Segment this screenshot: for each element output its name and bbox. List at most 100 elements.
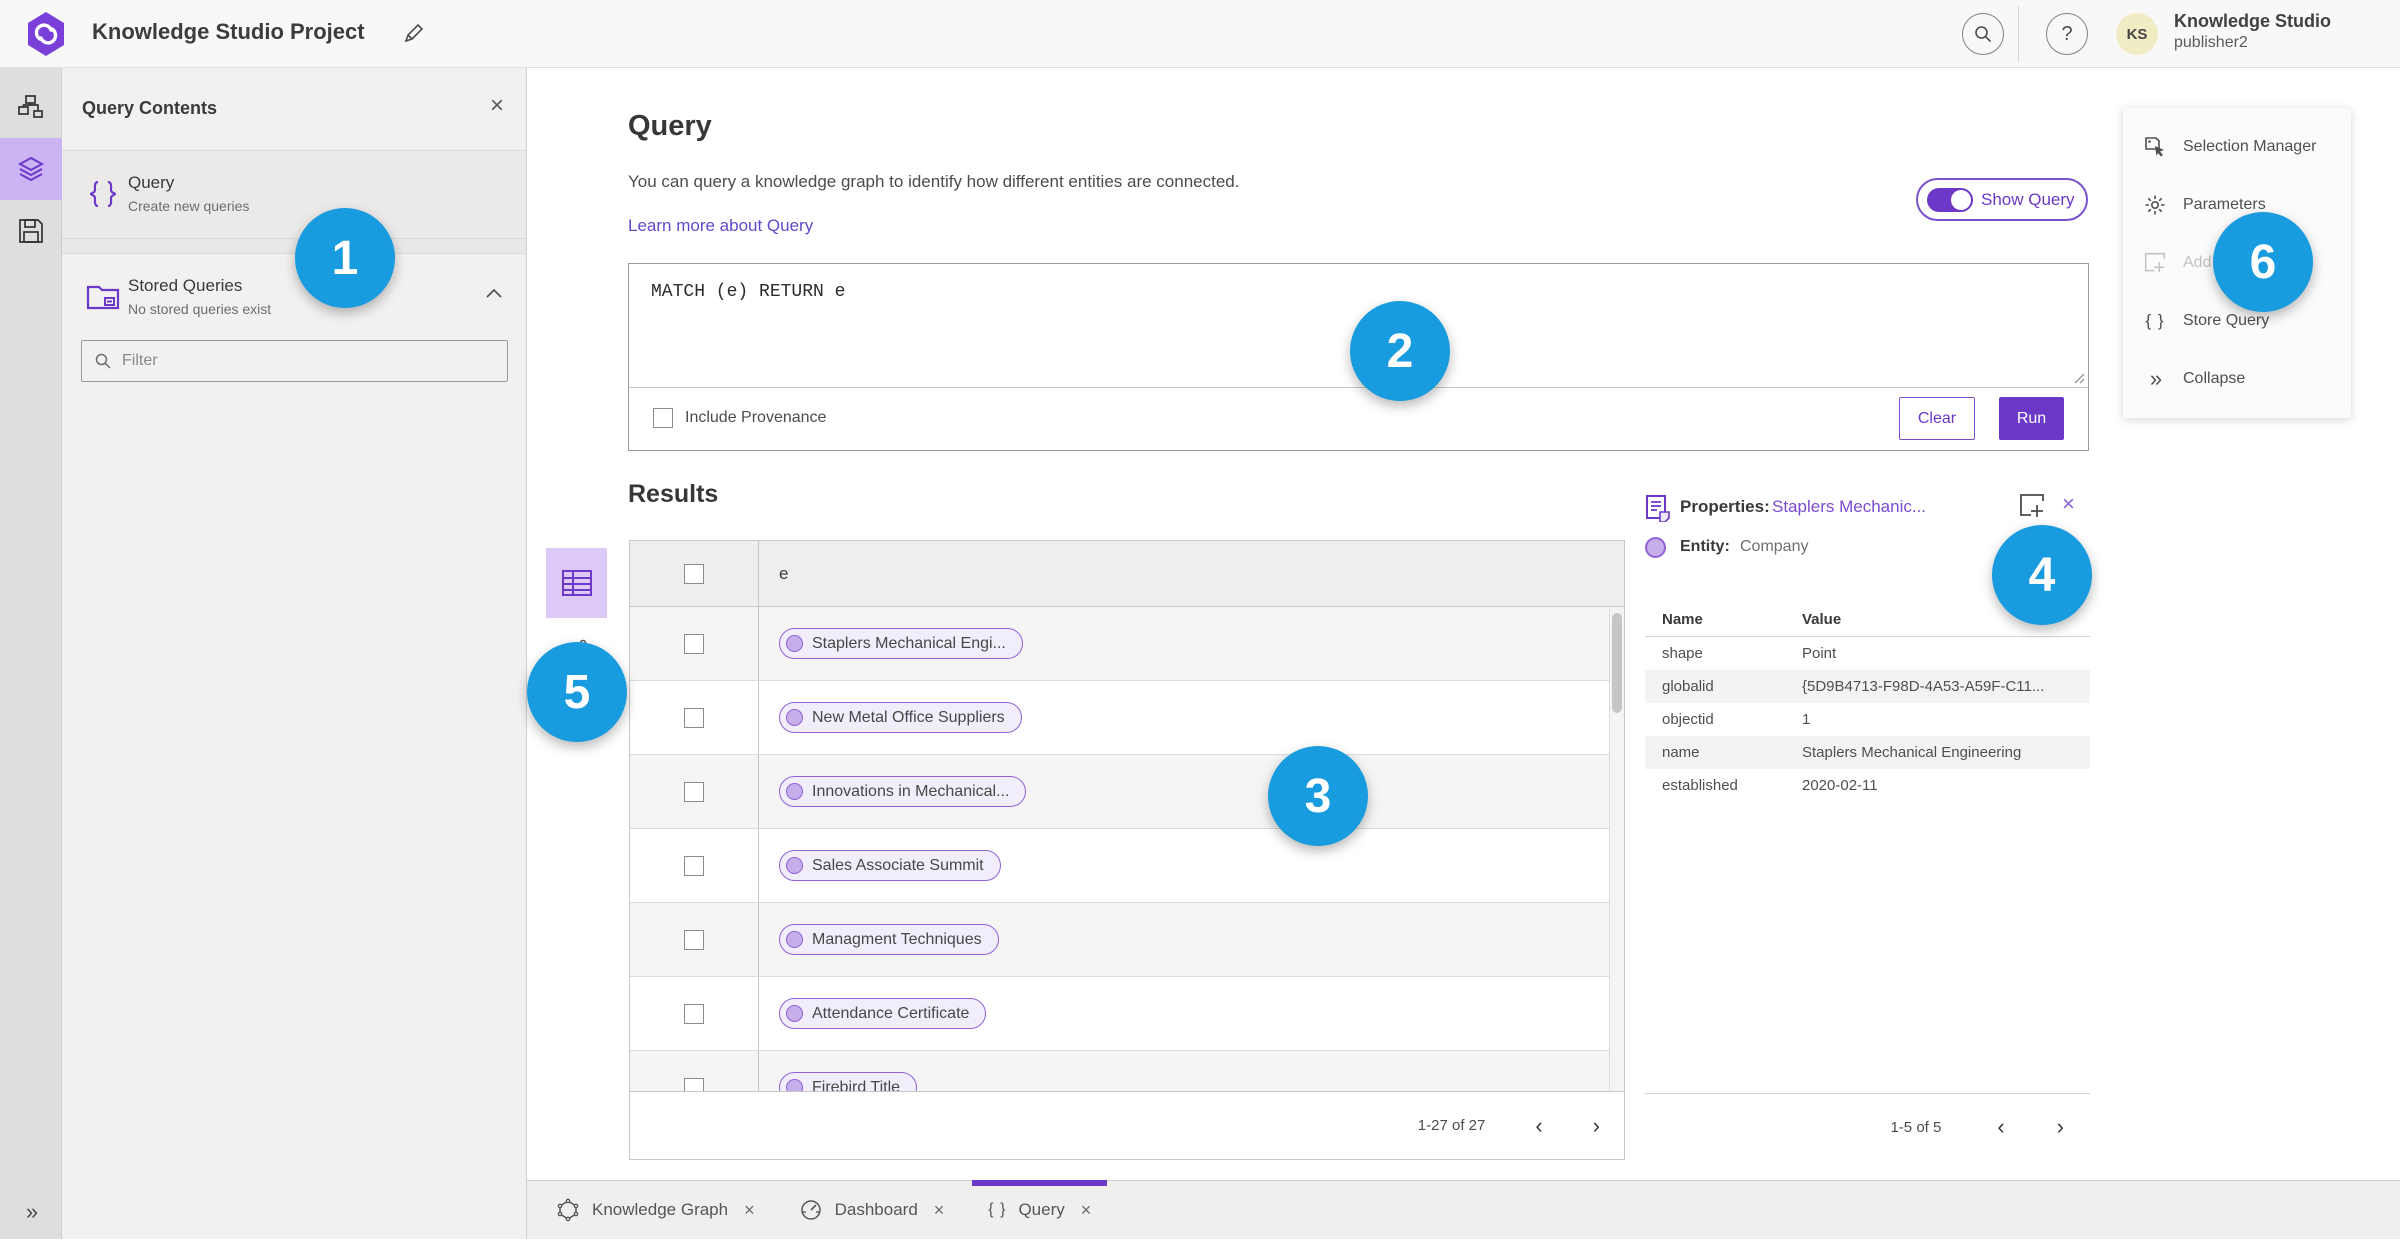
stored-queries-filter[interactable]: [81, 340, 508, 382]
selection-manager-item[interactable]: Selection Manager: [2123, 118, 2351, 176]
table-row[interactable]: Attendance Certificate: [630, 977, 1624, 1051]
callout-badge-3: 3: [1268, 746, 1368, 846]
entity-pill[interactable]: Managment Techniques: [779, 924, 999, 955]
braces-icon: { }: [988, 1201, 1007, 1218]
toggle-knob: [1951, 189, 1971, 210]
entity-type-value: Company: [1740, 538, 1809, 555]
properties-entity-link[interactable]: Staplers Mechanic...: [1772, 497, 1926, 517]
data-model-icon: [18, 94, 44, 120]
braces-icon: { }: [2145, 311, 2165, 330]
tab-query[interactable]: { } Query ×: [972, 1179, 1108, 1240]
row-checkbox[interactable]: [684, 633, 704, 654]
user-info[interactable]: Knowledge Studio publisher2: [2174, 11, 2331, 52]
rail-data-model-button[interactable]: [0, 76, 62, 138]
bottom-tab-bar: Knowledge Graph × Dashboard × { } Query …: [527, 1179, 2400, 1240]
entity-pill[interactable]: Sales Associate Summit: [779, 850, 1001, 881]
stored-queries-folder-icon: [86, 280, 120, 312]
expand-rail-button[interactable]: »: [0, 1199, 62, 1225]
property-row[interactable]: name Staplers Mechanical Engineering: [1645, 736, 2090, 769]
entity-dot-icon: [786, 1005, 803, 1022]
table-row[interactable]: Innovations in Mechanical...: [630, 755, 1624, 829]
row-checkbox[interactable]: [684, 781, 704, 802]
table-row[interactable]: New Metal Office Suppliers: [630, 681, 1624, 755]
edit-title-icon[interactable]: [402, 21, 426, 45]
sidebar-item-stored-queries[interactable]: Stored Queries No stored queries exist: [62, 254, 526, 341]
tab-dashboard[interactable]: Dashboard ×: [783, 1181, 961, 1240]
resize-handle[interactable]: [2073, 372, 2085, 384]
properties-next-page-button[interactable]: ›: [2049, 1112, 2072, 1142]
property-row[interactable]: objectid 1: [1645, 703, 2090, 736]
query-item-subtitle: Create new queries: [128, 198, 250, 214]
callout-badge-1: 1: [295, 208, 395, 308]
entity-pill[interactable]: New Metal Office Suppliers: [779, 702, 1022, 733]
rail-save-button[interactable]: [0, 200, 62, 262]
app-logo-icon[interactable]: [26, 11, 66, 57]
results-page-range: 1-27 of 27: [1417, 1117, 1486, 1134]
search-icon: [1973, 24, 1993, 44]
row-checkbox[interactable]: [684, 1003, 704, 1024]
knowledge-studio-app: Knowledge Studio Project ? KS Knowledge …: [0, 0, 2400, 1239]
table-row[interactable]: Sales Associate Summit: [630, 829, 1624, 903]
filter-search-icon: [94, 352, 112, 370]
close-panel-button[interactable]: ×: [490, 94, 504, 118]
tab-knowledge-graph[interactable]: Knowledge Graph ×: [540, 1181, 771, 1240]
property-row[interactable]: established 2020-02-11: [1645, 769, 2090, 802]
close-tab-icon[interactable]: ×: [1081, 1200, 1092, 1221]
entity-dot-icon: [786, 783, 803, 800]
show-query-toggle[interactable]: Show Query: [1916, 178, 2088, 221]
property-row[interactable]: shape Point: [1645, 637, 2090, 670]
table-view-button[interactable]: [546, 548, 607, 618]
run-button[interactable]: Run: [1999, 397, 2064, 440]
search-button[interactable]: [1962, 13, 2004, 55]
table-scrollbar[interactable]: [1609, 607, 1624, 1091]
properties-label: Properties:: [1680, 497, 1770, 516]
dashboard-icon: [799, 1198, 823, 1222]
properties-prev-page-button[interactable]: ‹: [1989, 1112, 2012, 1142]
page-title: Query: [628, 110, 712, 142]
collapse-section-chevron-icon[interactable]: [486, 288, 502, 298]
help-button[interactable]: ?: [2046, 13, 2088, 55]
gear-icon: [2143, 193, 2167, 217]
close-properties-button[interactable]: ×: [2062, 493, 2075, 515]
query-contents-header: Query Contents ×: [62, 68, 526, 150]
row-checkbox[interactable]: [684, 707, 704, 728]
property-row[interactable]: globalid {5D9B4713-F98D-4A53-A59F-C11...: [1645, 670, 2090, 703]
results-next-page-button[interactable]: ›: [1585, 1111, 1608, 1141]
braces-icon: [86, 177, 120, 211]
collapse-icon: »: [2149, 366, 2162, 391]
topbar-divider: [2018, 6, 2019, 62]
column-header-e: e: [779, 563, 789, 583]
entity-pill[interactable]: Staplers Mechanical Engi...: [779, 628, 1023, 659]
row-checkbox[interactable]: [684, 929, 704, 950]
project-title: Knowledge Studio Project: [92, 19, 365, 44]
toggle-switch[interactable]: [1927, 187, 1973, 212]
main-content: Query You can query a knowledge graph to…: [527, 68, 2400, 1180]
user-avatar[interactable]: KS: [2116, 13, 2158, 55]
user-name: publisher2: [2174, 33, 2248, 51]
entity-dot-icon: [786, 709, 803, 726]
clear-button[interactable]: Clear: [1899, 397, 1975, 440]
table-row[interactable]: Managment Techniques: [630, 903, 1624, 977]
include-provenance-checkbox[interactable]: [653, 408, 673, 428]
close-tab-icon[interactable]: ×: [934, 1200, 945, 1221]
stored-queries-subtitle: No stored queries exist: [128, 301, 272, 317]
entity-pill[interactable]: Innovations in Mechanical...: [779, 776, 1027, 807]
top-bar: Knowledge Studio Project ? KS Knowledge …: [0, 0, 2400, 68]
rail-layers-button[interactable]: [0, 138, 62, 200]
learn-more-link[interactable]: Learn more about Query: [628, 216, 813, 236]
row-checkbox[interactable]: [684, 855, 704, 876]
query-actions-bar: Include Provenance Clear Run: [629, 388, 2088, 450]
collapse-item[interactable]: » Collapse: [2123, 350, 2351, 408]
results-prev-page-button[interactable]: ‹: [1527, 1111, 1550, 1141]
sidebar-item-query[interactable]: Query Create new queries: [62, 151, 526, 238]
close-tab-icon[interactable]: ×: [744, 1200, 755, 1221]
add-to-new-icon[interactable]: [2018, 493, 2046, 519]
table-row[interactable]: Staplers Mechanical Engi...: [630, 607, 1624, 681]
entity-pill[interactable]: Attendance Certificate: [779, 998, 987, 1029]
stored-queries-title: Stored Queries: [128, 276, 243, 295]
select-all-checkbox[interactable]: [684, 563, 704, 584]
results-table: e Staplers Mechanical Engi... New Metal …: [629, 540, 1625, 1160]
scrollbar-thumb[interactable]: [1612, 613, 1622, 713]
filter-input[interactable]: [122, 352, 482, 370]
user-org: Knowledge Studio: [2174, 11, 2331, 31]
